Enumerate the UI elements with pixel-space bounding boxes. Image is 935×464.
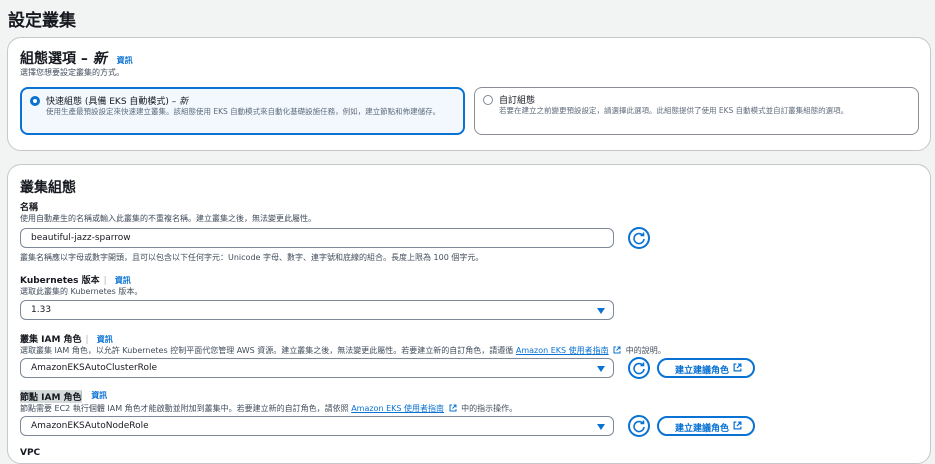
cluster-role-select[interactable]: AmazonEKSAutoClusterRole — [20, 358, 614, 378]
name-label: 名稱 — [20, 203, 39, 213]
custom-config-radio[interactable] — [483, 95, 493, 105]
regenerate-name-button[interactable] — [628, 227, 650, 249]
quick-config-description: 使用生產最預設設定來快速建立叢集。該組態使用 EKS 自動模式來自動化基礎設施任… — [46, 107, 441, 116]
k8s-version-label: Kubernetes 版本 | 資訊 — [20, 276, 131, 286]
node-role-value: AmazonEKSAutoNodeRole — [31, 421, 149, 431]
info-link[interactable]: 資訊 — [91, 391, 107, 400]
cluster-role-description: 選取叢集 IAM 角色，以允許 Kubernetes 控制平面代您管理 AWS … — [20, 346, 666, 355]
config-options-heading: 組態選項 – 新 資訊 — [20, 51, 133, 67]
node-role-description: 節點需要 EC2 執行個體 IAM 角色才能啟動並附加到叢集中。若要建立新的自訂… — [20, 404, 518, 413]
name-constraint: 叢集名稱應以字母或數字開頭，且可以包含以下任何字元：Unicode 字母、數字、… — [20, 253, 484, 262]
refresh-icon — [633, 420, 645, 433]
caret-down-icon — [597, 366, 605, 372]
custom-config-description: 若要在建立之前變更預設設定，請選擇此選項。此組態提供了使用 EKS 自動模式並自… — [499, 106, 849, 115]
caret-down-icon — [597, 308, 605, 314]
k8s-version-select[interactable]: 1.33 — [20, 300, 614, 320]
node-role-label: 節點 IAM 角色 — [20, 390, 82, 403]
cluster-name-input[interactable]: beautiful-jazz-sparrow — [20, 228, 614, 248]
node-role-select[interactable]: AmazonEKSAutoNodeRole — [20, 416, 614, 436]
eks-guide-link[interactable]: Amazon EKS 使用者指南 — [351, 404, 444, 413]
node-role-info-group: | 資訊 — [80, 391, 108, 401]
eks-guide-link[interactable]: Amazon EKS 使用者指南 — [516, 346, 609, 355]
refresh-icon — [633, 362, 645, 375]
external-link-icon — [733, 363, 742, 372]
quick-config-radio[interactable] — [30, 96, 40, 106]
config-options-description: 選擇您想要設定叢集的方式。 — [20, 68, 124, 77]
caret-down-icon — [597, 424, 605, 430]
custom-config-tile[interactable]: 自訂組態 若要在建立之前變更預設設定，請選擇此選項。此組態提供了使用 EKS 自… — [474, 87, 919, 135]
k8s-version-description: 選取此叢集的 Kubernetes 版本。 — [20, 287, 143, 296]
info-link[interactable]: 資訊 — [97, 335, 113, 344]
cluster-role-value: AmazonEKSAutoClusterRole — [31, 363, 158, 373]
info-link[interactable]: 資訊 — [117, 56, 133, 65]
create-recommended-cluster-role-button[interactable]: 建立建議角色 — [657, 358, 755, 378]
cluster-role-label: 叢集 IAM 角色 | 資訊 — [20, 335, 113, 345]
refresh-icon — [633, 232, 645, 245]
quick-config-tile[interactable]: 快速組態 (具備 EKS 自動模式) – 新 使用生產最預設設定來快速建立叢集。… — [20, 87, 465, 135]
cluster-config-panel: 叢集組態 名稱 使用自動產生的名稱或輸入此叢集的不重複名稱。建立叢集之後，無法變… — [7, 164, 931, 464]
name-description: 使用自動產生的名稱或輸入此叢集的不重複名稱。建立叢集之後，無法變更此屬性。 — [20, 214, 316, 223]
refresh-cluster-roles-button[interactable] — [628, 357, 650, 379]
cluster-name-value: beautiful-jazz-sparrow — [31, 233, 131, 243]
info-link[interactable]: 資訊 — [115, 276, 131, 285]
external-link-icon — [613, 346, 621, 354]
vpc-label: VPC — [20, 448, 41, 458]
cluster-config-heading: 叢集組態 — [20, 180, 76, 196]
refresh-node-roles-button[interactable] — [628, 415, 650, 437]
external-link-icon — [733, 421, 742, 430]
config-options-panel: 組態選項 – 新 資訊 選擇您想要設定叢集的方式。 快速組態 (具備 EKS 自… — [7, 37, 931, 151]
k8s-version-value: 1.33 — [31, 305, 52, 315]
create-recommended-node-role-button[interactable]: 建立建議角色 — [657, 416, 755, 436]
page-title: 設定叢集 — [8, 11, 76, 31]
external-link-icon — [449, 404, 457, 412]
